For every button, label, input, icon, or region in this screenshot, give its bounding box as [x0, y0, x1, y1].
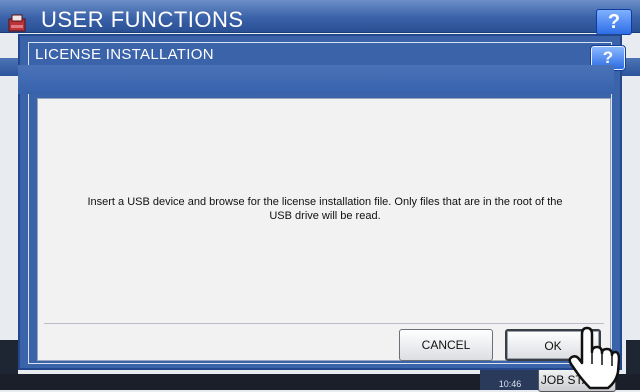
instruction-message: Insert a USB device and browse for the l… — [87, 196, 563, 222]
background-header: USER FUNCTIONS ? — [0, 0, 640, 35]
background-title: USER FUNCTIONS — [41, 7, 244, 32]
printer-logo-icon — [8, 14, 26, 32]
dialog-header-band — [18, 65, 614, 94]
background-help-button[interactable]: ? — [596, 9, 632, 35]
cancel-button[interactable]: CANCEL — [399, 329, 493, 361]
hand-pointer-icon — [568, 326, 620, 390]
dialog-content-panel: Insert a USB device and browse for the l… — [37, 98, 611, 361]
dialog-title: LICENSE INSTALLATION — [35, 46, 214, 63]
clock-display: 10:46 — [480, 370, 540, 390]
button-separator — [44, 323, 604, 324]
clock-time: 10:46 — [498, 379, 522, 389]
